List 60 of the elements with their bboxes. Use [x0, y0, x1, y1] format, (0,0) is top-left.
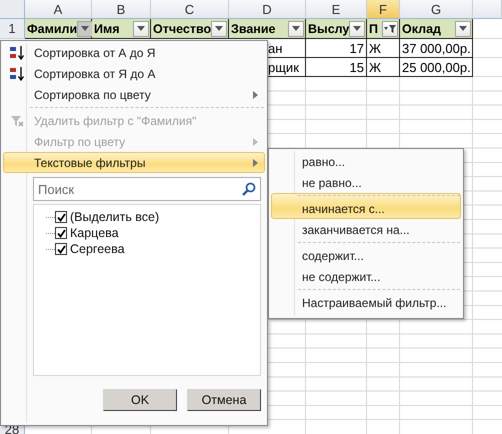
- checkbox[interactable]: [55, 211, 67, 223]
- column-header[interactable]: G: [400, 0, 473, 19]
- search-icon: [242, 182, 256, 196]
- menu-item[interactable]: не равно...: [271, 172, 461, 193]
- sort-ascending-icon: [9, 44, 25, 60]
- caret-icon: [137, 26, 145, 31]
- checkbox[interactable]: [55, 227, 67, 239]
- column-header[interactable]: B: [92, 0, 151, 19]
- header-text: П: [369, 22, 378, 36]
- header-text: Звание: [231, 22, 276, 36]
- filter-dropdown-button[interactable]: [77, 20, 94, 36]
- header-text: Оклад: [402, 22, 441, 36]
- filter-dropdown-button[interactable]: [288, 20, 304, 36]
- filter-dropdown-button[interactable]: [349, 20, 366, 36]
- menu-item[interactable]: Настраиваемый фильтр...: [271, 287, 461, 313]
- table-cell: Ж: [367, 58, 400, 77]
- menu-item[interactable]: Сортировка по цвету: [3, 84, 265, 105]
- header-text: Отчество: [153, 22, 212, 36]
- value-label: (Выделить все): [70, 210, 160, 224]
- header-text: Выслу: [308, 22, 350, 36]
- submenu-arrow-icon: [253, 91, 258, 99]
- search-field[interactable]: Поиск: [33, 177, 261, 201]
- menu-item[interactable]: заканчивается на...: [271, 219, 461, 240]
- column-header[interactable]: F: [367, 0, 400, 19]
- checkbox[interactable]: [55, 243, 67, 255]
- menu-item[interactable]: не содержит...: [271, 266, 461, 287]
- cancel-button[interactable]: Отмена: [187, 389, 261, 411]
- filter-dropdown-button[interactable]: [382, 20, 398, 36]
- caret-icon: [215, 26, 224, 31]
- sort-descending-icon: [9, 66, 25, 82]
- value-label: Сергеева: [70, 242, 125, 256]
- table-cell: 37 000,00р.: [400, 39, 473, 58]
- caret-icon: [81, 26, 90, 31]
- column-header[interactable]: E: [306, 0, 367, 19]
- caret-icon: [353, 26, 362, 31]
- clear-filter-icon: [10, 114, 24, 128]
- value-label: Карцева: [70, 226, 119, 240]
- column-header[interactable]: D: [229, 0, 306, 19]
- menu-item[interactable]: равно...: [271, 151, 461, 172]
- submenu-arrow-icon: [253, 159, 258, 167]
- header-text: Фамили: [27, 22, 78, 36]
- table-cell: Ж: [367, 39, 400, 58]
- header-text: Имя: [94, 22, 120, 36]
- filter-dropdown-button[interactable]: [455, 20, 471, 36]
- caret-icon: [292, 26, 300, 31]
- table-cell: 17: [306, 39, 367, 58]
- caret-icon: [459, 26, 467, 31]
- row-number[interactable]: 1: [0, 19, 25, 39]
- column-header[interactable]: C: [151, 0, 229, 19]
- submenu-arrow-icon: [253, 138, 258, 146]
- menu-item[interactable]: содержит...: [271, 240, 461, 266]
- table-cell: 25 000,00р.: [400, 58, 473, 77]
- filter-icon: [384, 24, 396, 34]
- column-header[interactable]: A: [25, 0, 92, 19]
- menu-item[interactable]: Текстовые фильтры: [3, 152, 265, 173]
- filter-dropdown-button[interactable]: [133, 20, 149, 36]
- menu-item[interactable]: начинается с...: [271, 193, 461, 219]
- table-cell: 15: [306, 58, 367, 77]
- filter-dropdown-button[interactable]: [211, 20, 228, 36]
- ok-button[interactable]: OK: [103, 389, 177, 411]
